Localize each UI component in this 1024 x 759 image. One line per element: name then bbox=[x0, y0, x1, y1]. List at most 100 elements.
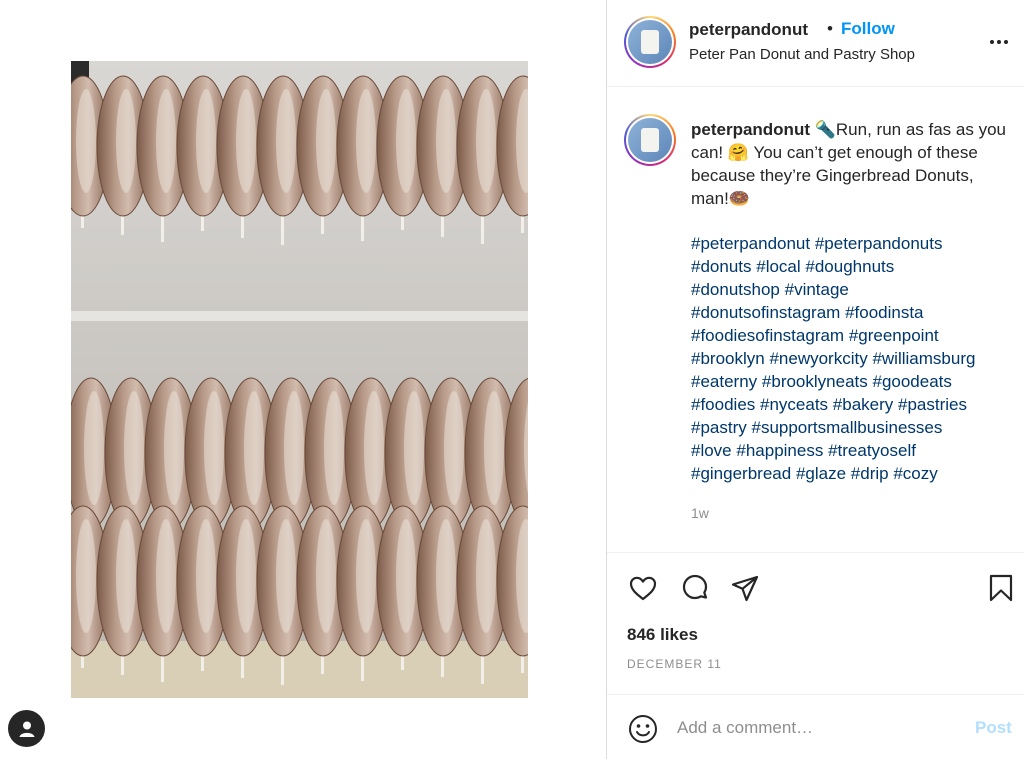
hashtag-link[interactable]: #vintage bbox=[785, 280, 849, 299]
hashtag-list: #peterpandonut #peterpandonuts #donuts #l… bbox=[691, 232, 1021, 485]
donut-glaze-highlight bbox=[196, 89, 216, 193]
donut-glaze-highlight bbox=[284, 391, 304, 505]
donut-glaze-highlight bbox=[324, 391, 344, 505]
donut-glaze-highlight bbox=[116, 89, 136, 193]
hashtag-link[interactable]: #brooklyneats bbox=[762, 372, 868, 391]
donut-glaze-highlight bbox=[156, 519, 176, 633]
hashtag-link[interactable]: #foodies bbox=[691, 395, 755, 414]
hashtag-link[interactable]: #treatyoself bbox=[828, 441, 916, 460]
donut-glaze-highlight bbox=[444, 391, 464, 505]
donut-glaze-highlight bbox=[316, 89, 336, 193]
header-display-name: Peter Pan Donut and Pastry Shop bbox=[689, 46, 915, 63]
hashtag-link[interactable]: #eaterny bbox=[691, 372, 757, 391]
action-bar bbox=[607, 566, 1024, 610]
donut-glaze-highlight bbox=[276, 519, 296, 633]
caption-area: peterpandonut 🔦Run, run as fas as you ca… bbox=[607, 88, 1024, 553]
media-panel bbox=[0, 0, 606, 759]
hashtag-line: #brooklyn #newyorkcity #williamsburg bbox=[691, 347, 1021, 370]
comment-input[interactable] bbox=[677, 713, 957, 743]
donut-glaze-highlight bbox=[236, 519, 256, 633]
donut-glaze-highlight bbox=[476, 519, 496, 633]
header-username[interactable]: peterpandonut bbox=[689, 20, 808, 40]
hashtag-link[interactable]: #pastry bbox=[691, 418, 747, 437]
donut-glaze-highlight bbox=[316, 519, 336, 633]
hashtag-link[interactable]: #foodinsta bbox=[845, 303, 923, 322]
post-date: DECEMBER 11 bbox=[627, 657, 722, 671]
hashtag-link[interactable]: #supportsmallbusinesses bbox=[751, 418, 942, 437]
donut-glaze-highlight bbox=[484, 391, 504, 505]
hashtag-link[interactable]: #drip bbox=[851, 464, 889, 483]
post-header: peterpandonut • Follow Peter Pan Donut a… bbox=[607, 0, 1024, 87]
hashtag-link[interactable]: #donutshop bbox=[691, 280, 780, 299]
donut-glaze-highlight bbox=[436, 519, 456, 633]
donut-glaze-highlight bbox=[396, 519, 416, 633]
hashtag-line: #foodiesofinstagram #greenpoint bbox=[691, 324, 1021, 347]
hashtag-line: #gingerbread #glaze #drip #cozy bbox=[691, 462, 1021, 485]
donut-glaze-highlight bbox=[156, 89, 176, 193]
hashtag-link[interactable]: #foodiesofinstagram bbox=[691, 326, 844, 345]
hashtag-line: #donuts #local #doughnuts bbox=[691, 255, 1021, 278]
profile-button[interactable] bbox=[8, 710, 45, 747]
heart-icon[interactable] bbox=[627, 572, 659, 604]
comment-icon[interactable] bbox=[679, 572, 711, 604]
donut-glaze-highlight bbox=[244, 391, 264, 505]
donut-glaze-highlight bbox=[116, 519, 136, 633]
donut-glaze-highlight bbox=[436, 89, 456, 193]
comment-bar: Post bbox=[607, 694, 1024, 759]
hashtag-link[interactable]: #greenpoint bbox=[849, 326, 939, 345]
smiley-icon[interactable] bbox=[627, 713, 659, 745]
share-icon[interactable] bbox=[729, 572, 761, 604]
donut-glaze-highlight bbox=[364, 391, 384, 505]
caption-text: peterpandonut 🔦Run, run as fas as you ca… bbox=[691, 118, 1013, 210]
hashtag-link[interactable]: #bakery bbox=[833, 395, 893, 414]
donut-glaze-highlight bbox=[84, 391, 104, 505]
donut-glaze-highlight bbox=[356, 519, 376, 633]
follow-button[interactable]: Follow bbox=[841, 19, 895, 39]
donut-glaze-highlight bbox=[276, 89, 296, 193]
donut-glaze-highlight bbox=[476, 89, 496, 193]
hashtag-link[interactable]: #glaze bbox=[796, 464, 846, 483]
hashtag-line: #donutshop #vintage bbox=[691, 278, 1021, 301]
hashtag-line: #donutsofinstagram #foodinsta bbox=[691, 301, 1021, 324]
more-horizontal-icon[interactable] bbox=[987, 30, 1011, 54]
hashtag-link[interactable]: #gingerbread bbox=[691, 464, 791, 483]
hashtag-link[interactable]: #newyorkcity bbox=[769, 349, 867, 368]
hashtag-link[interactable]: #love bbox=[691, 441, 732, 460]
like-count[interactable]: 846 likes bbox=[627, 625, 698, 645]
hashtag-link[interactable]: #happiness bbox=[736, 441, 823, 460]
hashtag-link[interactable]: #donutsofinstagram bbox=[691, 303, 840, 322]
hashtag-link[interactable]: #pastries bbox=[898, 395, 967, 414]
donut-photo-illustration bbox=[71, 61, 528, 698]
donut-glaze-highlight bbox=[396, 89, 416, 193]
donut-glaze-highlight bbox=[124, 391, 144, 505]
bookmark-icon[interactable] bbox=[985, 572, 1017, 604]
donut-glaze-highlight bbox=[76, 89, 96, 193]
caption-username[interactable]: peterpandonut bbox=[691, 120, 810, 139]
hashtag-link[interactable]: #brooklyn bbox=[691, 349, 765, 368]
hashtag-link[interactable]: #cozy bbox=[893, 464, 937, 483]
hashtag-link[interactable]: #peterpandonuts bbox=[815, 234, 943, 253]
hashtag-link[interactable]: #nyceats bbox=[760, 395, 828, 414]
hashtag-link[interactable]: #peterpandonut bbox=[691, 234, 810, 253]
hashtag-link[interactable]: #donuts bbox=[691, 257, 752, 276]
hashtag-line: #eaterny #brooklyneats #goodeats bbox=[691, 370, 1021, 393]
separator-dot: • bbox=[827, 19, 833, 38]
hashtag-line: #love #happiness #treatyoself bbox=[691, 439, 1021, 462]
user-icon bbox=[19, 721, 34, 737]
post-age[interactable]: 1w bbox=[691, 505, 709, 521]
post-photo[interactable] bbox=[71, 61, 528, 698]
hashtag-link[interactable]: #local bbox=[756, 257, 800, 276]
post-sidebar: peterpandonut • Follow Peter Pan Donut a… bbox=[606, 0, 1024, 759]
donut-glaze-highlight bbox=[356, 89, 376, 193]
donut-glaze-highlight bbox=[164, 391, 184, 505]
hashtag-line: #foodies #nyceats #bakery #pastries bbox=[691, 393, 1021, 416]
donut-glaze-highlight bbox=[196, 519, 216, 633]
hashtag-link[interactable]: #doughnuts bbox=[805, 257, 894, 276]
post-comment-button[interactable]: Post bbox=[975, 718, 1012, 738]
donut-glaze-highlight bbox=[76, 519, 96, 633]
header-avatar[interactable] bbox=[624, 16, 676, 68]
hashtag-link[interactable]: #goodeats bbox=[872, 372, 951, 391]
caption-avatar[interactable] bbox=[624, 114, 676, 166]
donut-glaze-highlight bbox=[404, 391, 424, 505]
hashtag-link[interactable]: #williamsburg bbox=[872, 349, 975, 368]
